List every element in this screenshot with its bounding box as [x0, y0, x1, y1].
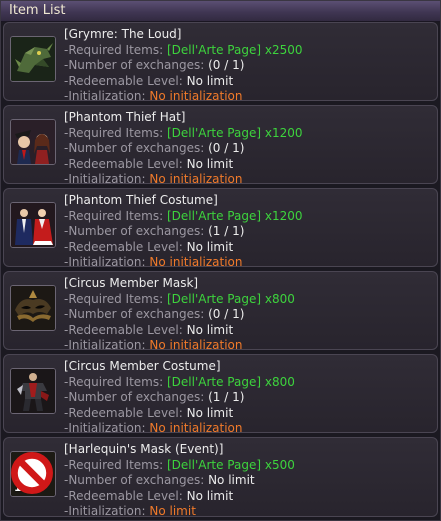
required-items-label: -Required Items: [64, 374, 167, 389]
level-value: No limit [186, 405, 234, 420]
level-value: No limit [186, 488, 234, 503]
item-list[interactable]: [Grymre: The Loud] -Required Items: [Del… [3, 22, 438, 520]
no-trade-icon [11, 452, 53, 494]
dragon-head-icon[interactable] [10, 36, 56, 82]
item-name: [Phantom Thief Costume] [64, 193, 218, 207]
exchanges-label: -Number of exchanges: [64, 307, 209, 321]
list-item[interactable]: [Circus Member Mask] -Required Items: [D… [3, 271, 438, 352]
item-name: [Grymre: The Loud] [64, 27, 182, 41]
initialization-value: No initialization [149, 338, 243, 352]
required-items-label: -Required Items: [64, 125, 167, 140]
item-details: [Harlequin's Mask (Event)] -Required Ite… [64, 442, 295, 520]
item-name: [Phantom Thief Hat] [64, 110, 186, 124]
initialization-value: No initialization [149, 421, 243, 435]
required-items-label: -Required Items: [64, 208, 167, 223]
harlequin-mask-icon[interactable]: 1 [10, 451, 56, 497]
initialization-value: No initialization [149, 89, 243, 103]
window-title: Item List [1, 1, 440, 22]
level-label: -Redeemable Level: [64, 156, 187, 171]
required-items-value: [Dell'Arte Page] x1200 [166, 208, 303, 223]
list-item[interactable]: [Grymre: The Loud] -Required Items: [Del… [3, 22, 438, 103]
item-name: [Circus Member Mask] [64, 276, 199, 290]
level-value: No limit [186, 156, 234, 171]
required-items-label: -Required Items: [64, 291, 167, 306]
required-items-value: [Dell'Arte Page] x800 [166, 291, 295, 306]
required-items-label: -Required Items: [64, 42, 167, 57]
item-details: [Grymre: The Loud] -Required Items: [Del… [64, 27, 303, 105]
initialization-value: No initialization [149, 255, 243, 269]
level-label: -Redeemable Level: [64, 488, 187, 503]
required-items-value: [Dell'Arte Page] x500 [166, 457, 295, 472]
exchanges-label: -Number of exchanges: [64, 224, 209, 238]
required-items-value: [Dell'Arte Page] x1200 [166, 125, 303, 140]
initialization-label: -Initialization: [64, 255, 150, 269]
initialization-value: No limit [149, 504, 196, 518]
initialization-label: -Initialization: [64, 172, 150, 186]
item-details: [Phantom Thief Hat] -Required Items: [De… [64, 110, 303, 188]
exchanges-label: -Number of exchanges: [64, 141, 209, 155]
exchanges-value: (0 / 1) [208, 307, 245, 321]
item-details: [Circus Member Mask] -Required Items: [D… [64, 276, 295, 354]
costume-pair-icon[interactable] [10, 202, 56, 248]
exchanges-label: -Number of exchanges: [64, 473, 209, 487]
exchanges-value: (1 / 1) [208, 390, 245, 404]
list-item[interactable]: [Phantom Thief Hat] -Required Items: [De… [3, 105, 438, 186]
level-label: -Redeemable Level: [64, 73, 187, 88]
couple-portrait-icon[interactable] [10, 119, 56, 165]
exchanges-value: (1 / 1) [208, 224, 245, 238]
exchanges-value: (0 / 1) [208, 58, 245, 72]
initialization-value: No initialization [149, 172, 243, 186]
initialization-label: -Initialization: [64, 89, 150, 103]
initialization-label: -Initialization: [64, 338, 150, 352]
level-value: No limit [186, 73, 234, 88]
exchanges-label: -Number of exchanges: [64, 390, 209, 404]
exchanges-label: -Number of exchanges: [64, 58, 209, 72]
item-list-window: Item List [Grymre: The Loud] -Required I… [0, 0, 441, 521]
level-label: -Redeemable Level: [64, 405, 187, 420]
level-label: -Redeemable Level: [64, 239, 187, 254]
required-items-value: [Dell'Arte Page] x800 [166, 374, 295, 389]
item-details: [Circus Member Costume] -Required Items:… [64, 359, 295, 437]
armor-costume-icon[interactable] [10, 368, 56, 414]
required-items-label: -Required Items: [64, 457, 167, 472]
exchanges-value: No limit [208, 473, 255, 487]
item-details: [Phantom Thief Costume] -Required Items:… [64, 193, 303, 271]
list-item[interactable]: [Phantom Thief Costume] -Required Items:… [3, 188, 438, 269]
item-name: [Circus Member Costume] [64, 359, 221, 373]
list-item[interactable]: [Circus Member Costume] -Required Items:… [3, 354, 438, 435]
initialization-label: -Initialization: [64, 421, 150, 435]
list-item[interactable]: 1 [Harlequin's Mask (Event)] -Required I… [3, 437, 438, 520]
required-items-value: [Dell'Arte Page] x2500 [166, 42, 303, 57]
exchanges-value: (0 / 1) [208, 141, 245, 155]
level-value: No limit [186, 239, 234, 254]
item-name: [Harlequin's Mask (Event)] [64, 442, 224, 456]
mask-icon[interactable] [10, 285, 56, 331]
level-value: No limit [186, 322, 234, 337]
level-label: -Redeemable Level: [64, 322, 187, 337]
initialization-label: -Initialization: [64, 504, 150, 518]
